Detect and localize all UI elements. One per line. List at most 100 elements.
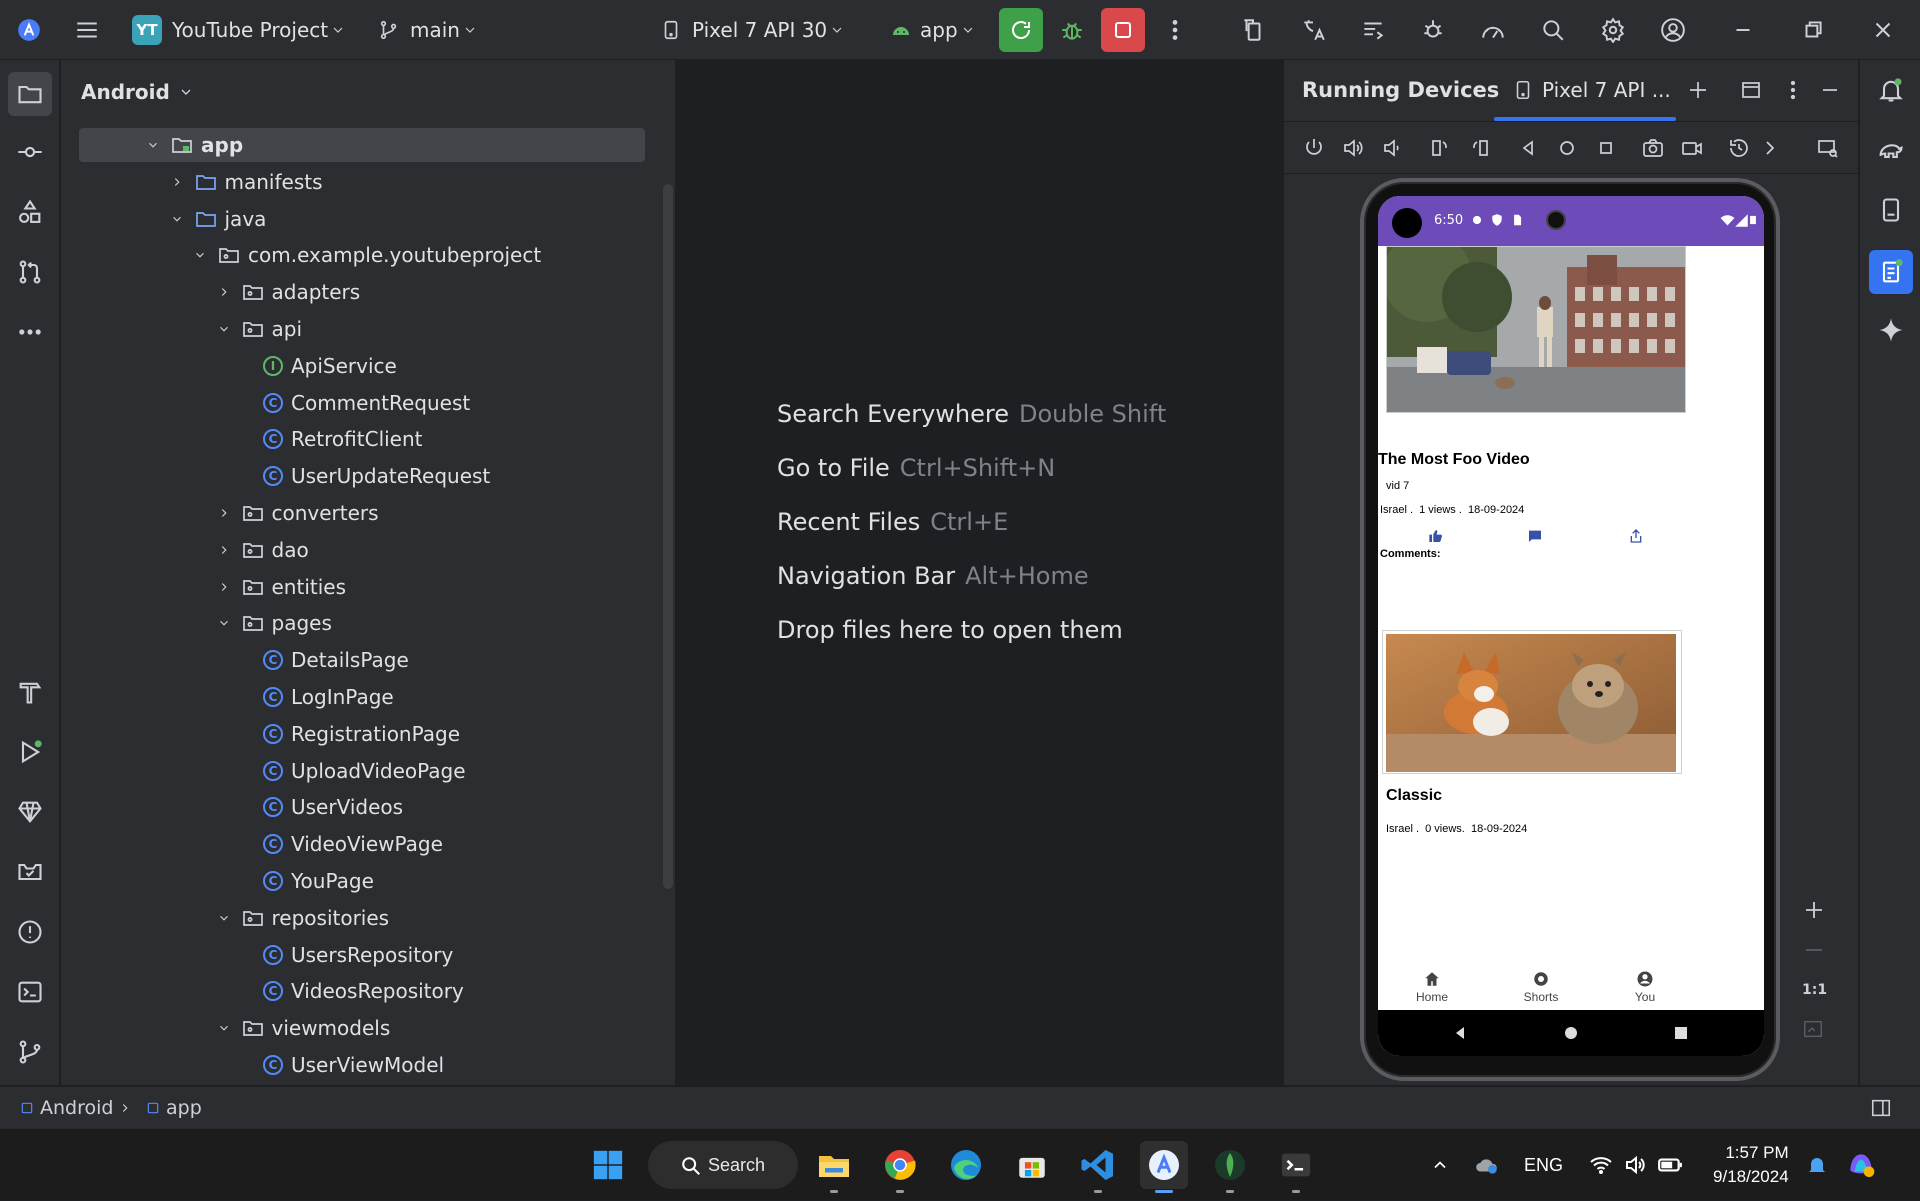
back-triangle-icon[interactable]	[1452, 1025, 1468, 1041]
options-icon[interactable]	[1781, 78, 1807, 104]
tree-item-repositories[interactable]: repositories	[61, 901, 661, 935]
run-icon[interactable]	[15, 737, 45, 767]
chevron-right-icon[interactable]	[214, 503, 234, 523]
android-studio-taskbar-icon[interactable]	[1140, 1141, 1188, 1189]
chevron-down-icon[interactable]	[190, 245, 210, 265]
device-manager-icon[interactable]	[1238, 0, 1268, 60]
gemini-sparkle-icon[interactable]	[1875, 314, 1907, 346]
language-indicator[interactable]: ENG	[1524, 1155, 1563, 1176]
version-control-icon[interactable]	[15, 1037, 45, 1067]
chevron-right-icon[interactable]	[167, 172, 187, 192]
nav-home[interactable]: Home	[1392, 970, 1472, 1004]
chevron-up-icon[interactable]	[1430, 1155, 1450, 1175]
debug-button[interactable]	[1050, 8, 1094, 52]
recents-square-icon[interactable]	[1673, 1025, 1689, 1041]
tree-item-viewmodels[interactable]: viewmodels	[61, 1011, 661, 1045]
minimize-window-icon[interactable]	[1728, 0, 1758, 60]
tree-item-videoviewpage[interactable]: CVideoViewPage	[61, 827, 661, 861]
chevron-down-icon[interactable]	[214, 613, 234, 633]
app-inspection-icon[interactable]	[1418, 0, 1448, 60]
nav-you[interactable]: You	[1605, 970, 1685, 1004]
tree-item-youpage[interactable]: CYouPage	[61, 864, 661, 898]
tree-item-manifests[interactable]: manifests	[61, 165, 661, 199]
restore-window-icon[interactable]	[1798, 0, 1828, 60]
project-selector[interactable]: YT YouTube Project	[132, 0, 348, 60]
tree-item-pages[interactable]: pages	[61, 606, 661, 640]
settings-gear-icon[interactable]	[1598, 0, 1628, 60]
zoom-fit-icon[interactable]	[1802, 1018, 1826, 1042]
overview-icon[interactable]	[1594, 136, 1620, 162]
device-screen[interactable]: 6:50	[1378, 196, 1764, 1056]
wifi-icon[interactable]	[1589, 1153, 1613, 1177]
tree-item-java[interactable]: java	[61, 202, 661, 236]
tree-item-adapters[interactable]: adapters	[61, 275, 661, 309]
gradle-elephant-icon[interactable]	[1875, 134, 1907, 166]
onedrive-cloud-icon[interactable]	[1474, 1152, 1500, 1178]
tree-item-api[interactable]: api	[61, 312, 661, 346]
chevron-right-icon[interactable]	[214, 282, 234, 302]
close-window-icon[interactable]	[1868, 0, 1898, 60]
stop-button[interactable]	[1101, 8, 1145, 52]
tree-item-registrationpage[interactable]: CRegistrationPage	[61, 717, 661, 751]
run-config-selector[interactable]: app	[886, 0, 978, 60]
apply-changes-button[interactable]	[999, 8, 1043, 52]
notification-bell-icon[interactable]	[1805, 1153, 1829, 1177]
battery-icon[interactable]	[1657, 1152, 1683, 1178]
build-hammer-icon[interactable]	[15, 677, 45, 707]
clock[interactable]: 1:57 PM 9/18/2024	[1713, 1141, 1789, 1189]
chevron-down-icon[interactable]	[214, 908, 234, 928]
toggle-panel-icon[interactable]	[1870, 1097, 1892, 1119]
comment-icon[interactable]	[1527, 528, 1543, 544]
tree-item-entities[interactable]: entities	[61, 570, 661, 604]
screen-record-icon[interactable]	[1680, 136, 1706, 162]
edge-icon[interactable]	[942, 1141, 990, 1189]
snapshots-icon[interactable]	[1727, 136, 1753, 162]
video-thumbnail-street[interactable]	[1386, 246, 1686, 413]
more-actions-icon[interactable]	[1160, 0, 1190, 60]
start-windows-icon[interactable]	[584, 1141, 632, 1189]
app-logo-icon[interactable]	[14, 0, 44, 60]
tree-item-dao[interactable]: dao	[61, 533, 661, 567]
commit-icon[interactable]	[15, 137, 45, 167]
screen-mirror-icon[interactable]	[1816, 136, 1842, 162]
mongodb-icon[interactable]	[1206, 1141, 1254, 1189]
back-icon[interactable]	[1516, 136, 1542, 162]
chevron-down-icon[interactable]	[214, 1018, 234, 1038]
account-icon[interactable]	[1658, 0, 1688, 60]
pull-requests-icon[interactable]	[15, 257, 45, 287]
tree-item-retrofitclient[interactable]: CRetrofitClient	[61, 422, 661, 456]
tree-item-userupdaterequest[interactable]: CUserUpdateRequest	[61, 459, 661, 493]
main-menu-icon[interactable]	[72, 0, 102, 60]
speaker-icon[interactable]	[1623, 1153, 1647, 1177]
volume-down-icon[interactable]	[1380, 136, 1406, 162]
tree-item-com-example-youtubeproject[interactable]: com.example.youtubeproject	[61, 238, 661, 272]
power-icon[interactable]	[1302, 136, 1328, 162]
terminal-icon[interactable]	[15, 977, 45, 1007]
zoom-actual-size[interactable]: 1:1	[1802, 982, 1827, 998]
device-tab[interactable]: Pixel 7 API ...	[1512, 78, 1671, 102]
file-explorer-icon[interactable]	[810, 1141, 858, 1189]
notifications-bell-icon[interactable]	[1875, 74, 1907, 106]
tree-item-uploadvideopage[interactable]: CUploadVideoPage	[61, 754, 661, 788]
taskbar-search[interactable]: Search	[648, 1141, 798, 1189]
project-tree-scrollbar[interactable]	[663, 184, 673, 889]
tree-item-uservideos[interactable]: CUserVideos	[61, 790, 661, 824]
app-quality-icon[interactable]	[15, 857, 45, 887]
chevron-right-icon[interactable]	[1758, 136, 1784, 162]
tree-item-converters[interactable]: converters	[61, 496, 661, 530]
tree-item-usersrepository[interactable]: CUsersRepository	[61, 938, 661, 972]
problems-icon[interactable]	[15, 917, 45, 947]
project-folder-icon[interactable]	[8, 72, 52, 116]
breadcrumb-android[interactable]: Android	[20, 1097, 113, 1119]
video-title[interactable]: The Most Foo Video	[1378, 451, 1530, 469]
home-circle-icon[interactable]	[1563, 1025, 1579, 1041]
volume-up-icon[interactable]	[1341, 136, 1367, 162]
tree-item-app[interactable]: app	[79, 128, 645, 162]
zoom-out-icon[interactable]	[1802, 938, 1826, 962]
terminal-app-icon[interactable]	[1272, 1141, 1320, 1189]
tree-item-loginpage[interactable]: CLogInPage	[61, 680, 661, 714]
chevron-down-icon[interactable]	[143, 135, 163, 155]
tree-item-userviewmodel[interactable]: CUserViewModel	[61, 1048, 661, 1082]
vscode-icon[interactable]	[1074, 1141, 1122, 1189]
project-view-selector[interactable]: Android	[81, 80, 194, 104]
